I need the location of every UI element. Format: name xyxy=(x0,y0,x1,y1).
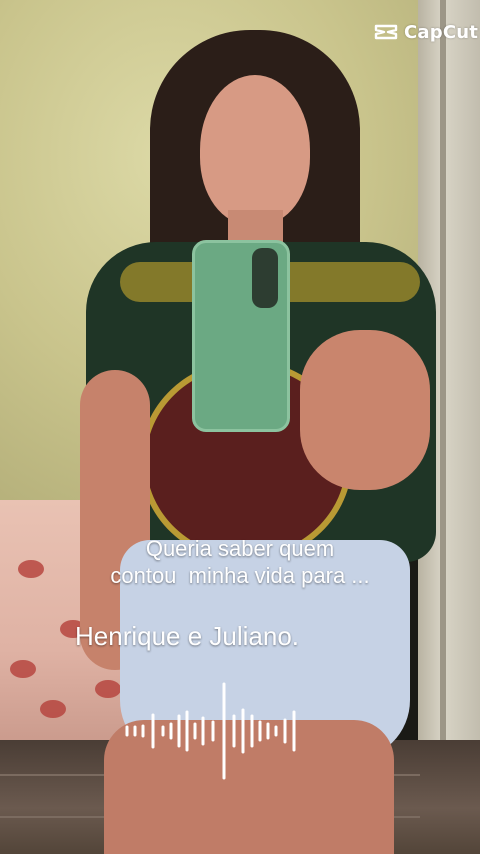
capcut-watermark: CapCut xyxy=(374,21,479,43)
phone-camera xyxy=(252,248,278,308)
capcut-logo-icon xyxy=(374,24,398,40)
lyric-line-3: Henrique e Juliano. xyxy=(75,621,300,651)
person-right-arm xyxy=(300,330,430,490)
lyric-line-2: contou minha vida para ... xyxy=(110,563,370,588)
door-edge xyxy=(440,0,446,854)
capcut-brand-name: CapCut xyxy=(404,21,479,43)
lyric-line-1: Queria saber quem xyxy=(145,536,335,561)
video-frame: CapCut Queria saber quem contou minha vi… xyxy=(0,0,480,854)
person-face xyxy=(200,75,310,225)
audio-waveform-icon xyxy=(125,682,296,780)
